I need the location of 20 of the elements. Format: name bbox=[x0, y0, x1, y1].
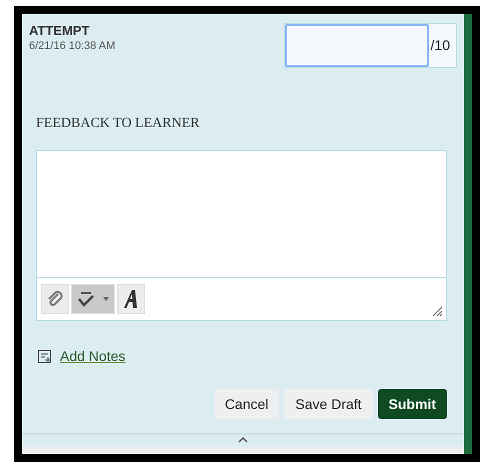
score-field[interactable] bbox=[284, 24, 429, 67]
action-button[interactable]: Save Draft bbox=[284, 389, 373, 419]
paperclip-icon bbox=[46, 290, 64, 308]
attempt-date: 6/21/16 10:38 AM bbox=[29, 39, 116, 54]
add-notes-link[interactable]: Add Notes bbox=[60, 346, 126, 367]
submit-button[interactable]: Submit bbox=[378, 389, 447, 419]
notes-icon bbox=[38, 350, 52, 364]
caret-icon bbox=[102, 296, 110, 302]
score-max: /10 bbox=[430, 36, 451, 55]
collapse-icon[interactable] bbox=[238, 437, 248, 443]
font-style-icon bbox=[122, 289, 140, 309]
spellcheck-button[interactable] bbox=[71, 284, 115, 314]
attempt-label: ATTEMPT bbox=[29, 23, 90, 38]
feedback-label: FEEDBACK TO LEARNER bbox=[36, 115, 201, 133]
feedback-field[interactable] bbox=[36, 150, 447, 321]
action-button[interactable]: Cancel bbox=[214, 389, 280, 419]
resize-handle-icon[interactable] bbox=[432, 306, 442, 316]
attach-button[interactable] bbox=[41, 284, 69, 314]
font-button[interactable] bbox=[117, 284, 145, 314]
spellcheck-icon bbox=[76, 290, 96, 308]
